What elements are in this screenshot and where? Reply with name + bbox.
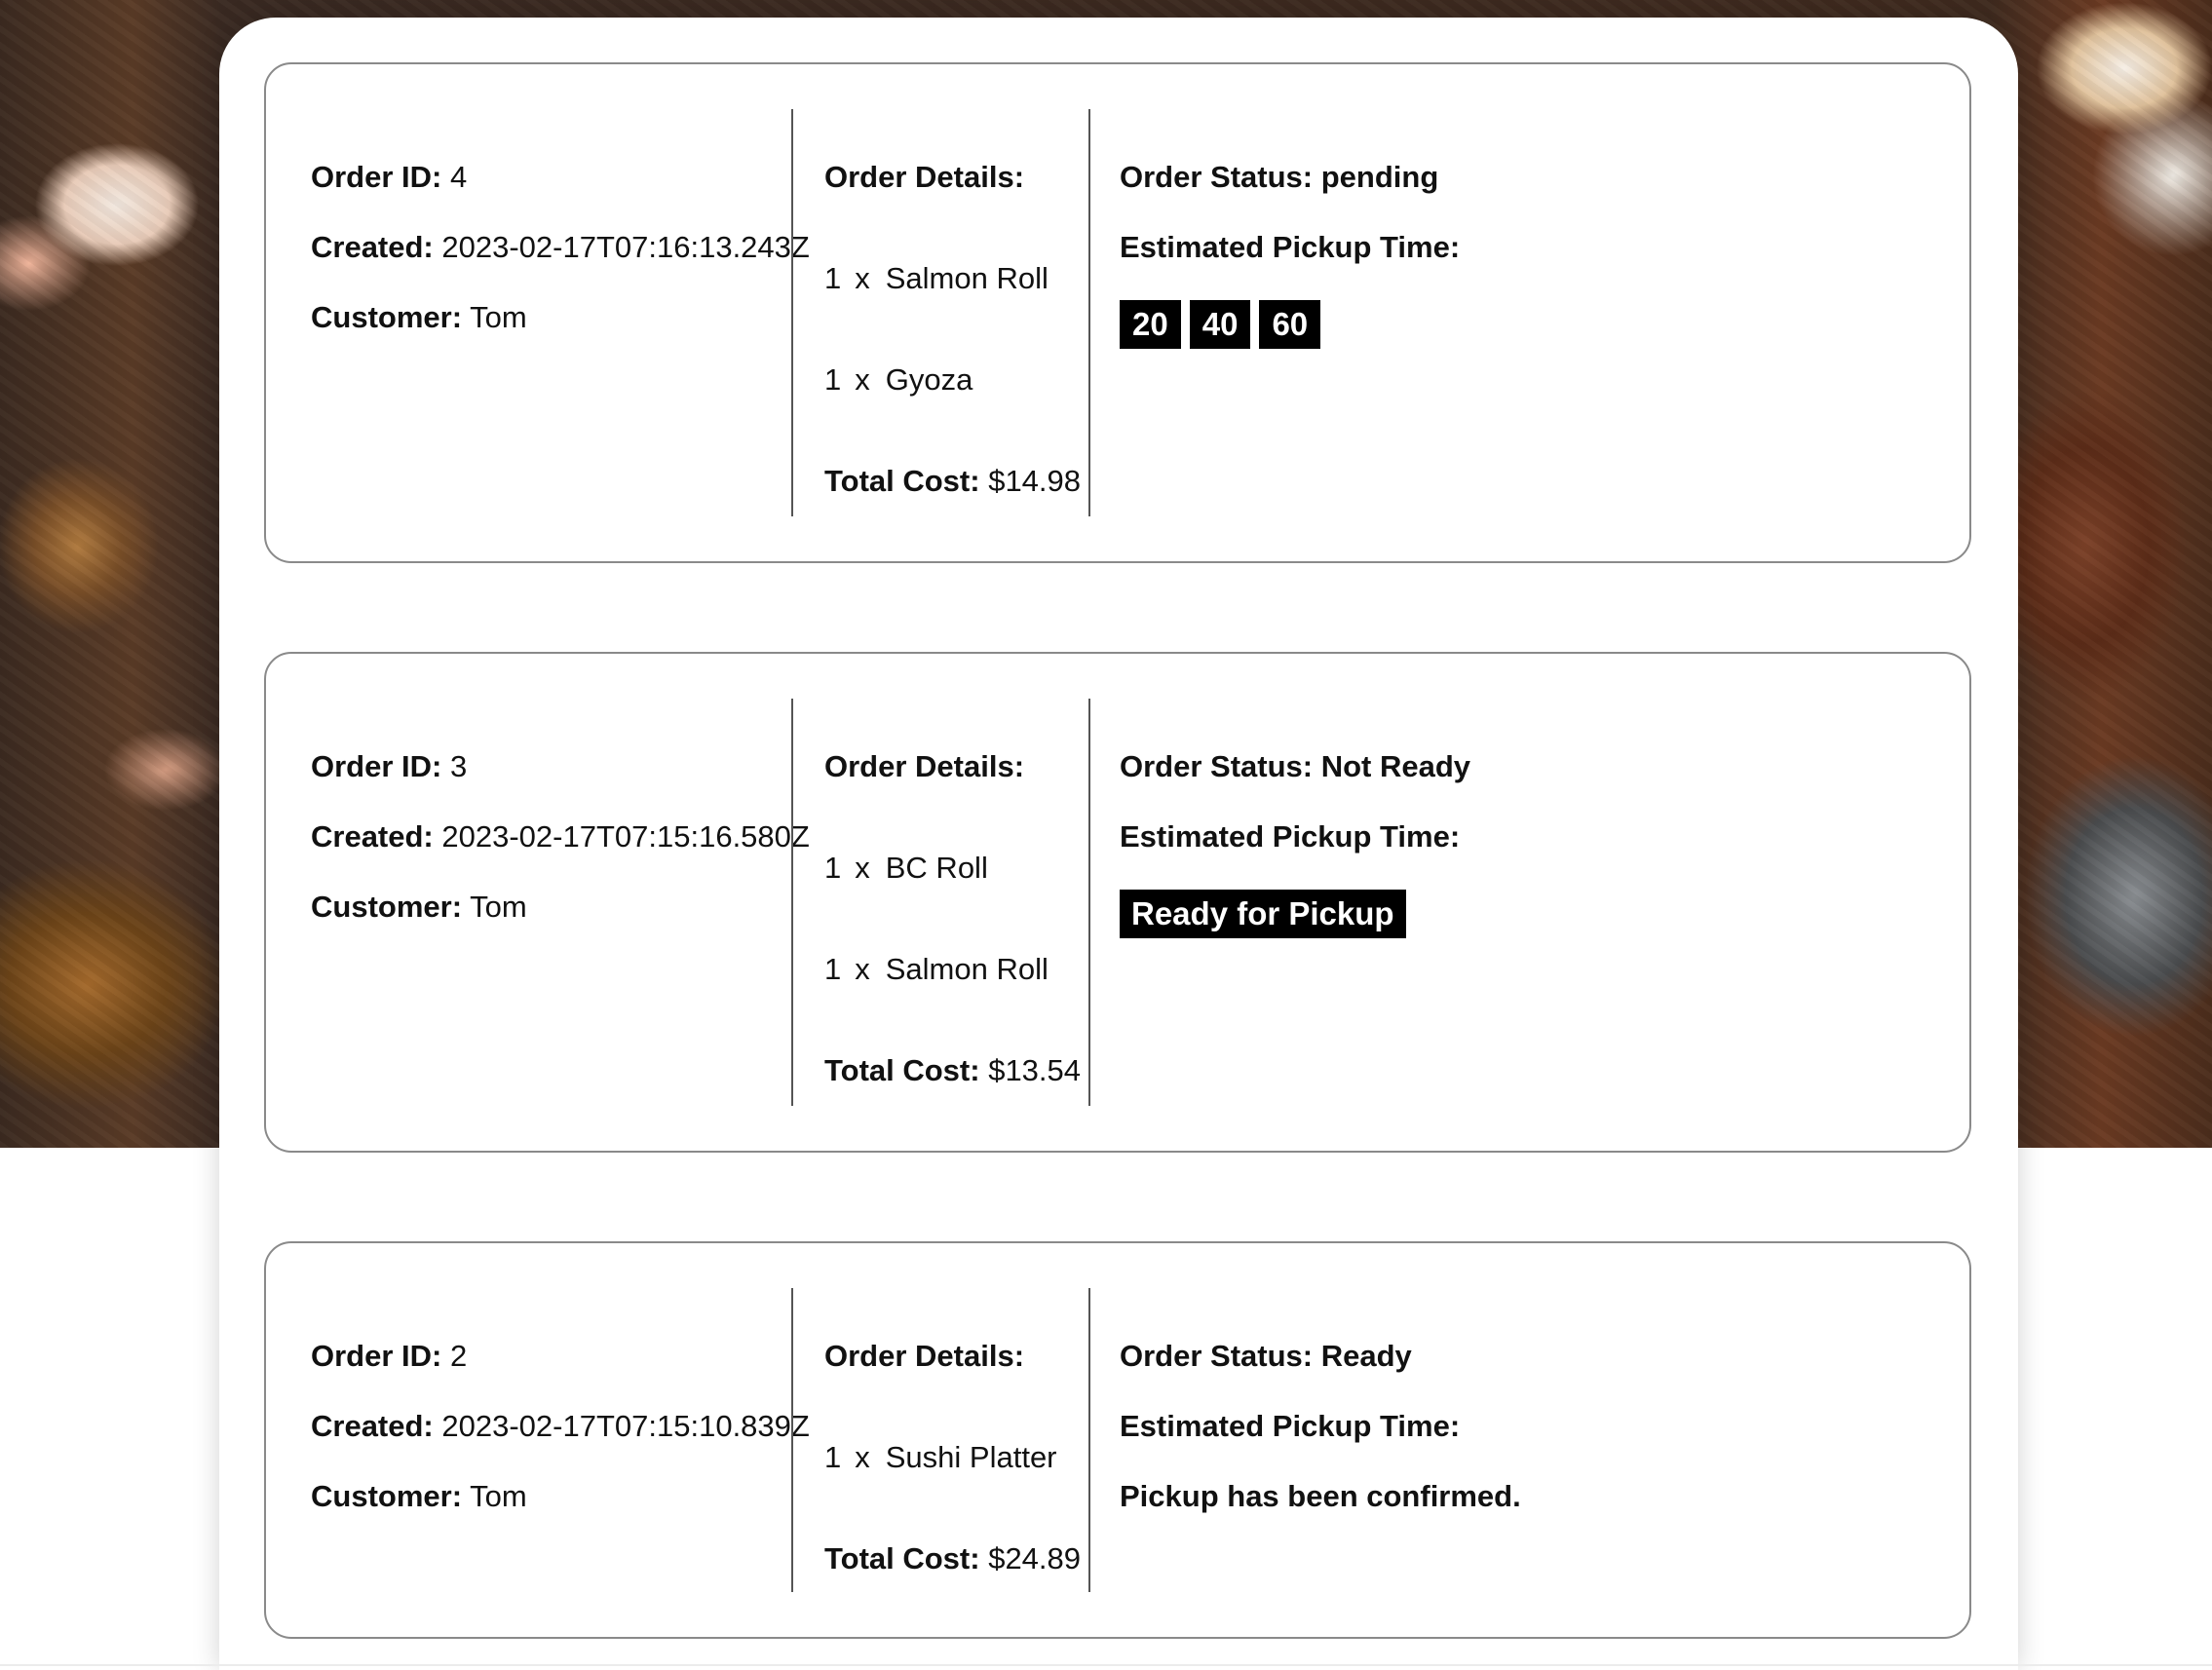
order-status-value: pending: [1320, 160, 1439, 194]
customer-value: Tom: [470, 300, 527, 334]
page: Order ID: 4 Created: 2023-02-17T07:16:13…: [0, 0, 2212, 1670]
created-line: Created: 2023-02-17T07:15:16.580Z: [311, 819, 810, 854]
pickup-time-40-button[interactable]: 40: [1189, 300, 1251, 349]
customer-value: Tom: [470, 890, 527, 924]
order-id-value: 4: [449, 160, 468, 194]
item-quantity: 1: [824, 362, 842, 397]
order-status-label: Order Status:: [1120, 1339, 1314, 1373]
customer-line: Customer: Tom: [311, 1479, 527, 1514]
list-item: 1 x Salmon Roll: [824, 261, 1049, 296]
order-id-label: Order ID:: [311, 1339, 442, 1373]
list-item: 1 x Sushi Platter: [824, 1440, 1057, 1475]
item-name: Salmon Roll: [885, 952, 1049, 986]
order-id-line: Order ID: 3: [311, 749, 467, 784]
order-card: Order ID: 3 Created: 2023-02-17T07:15:16…: [264, 652, 1971, 1153]
created-value: 2023-02-17T07:15:16.580Z: [441, 819, 810, 854]
total-cost-value: $24.89: [988, 1541, 1082, 1575]
item-quantity: 1: [824, 952, 842, 986]
list-item: 1 x BC Roll: [824, 851, 988, 886]
order-id-line: Order ID: 2: [311, 1339, 467, 1374]
orders-panel: Order ID: 4 Created: 2023-02-17T07:16:13…: [219, 18, 2018, 1670]
order-details-heading: Order Details:: [824, 1339, 1025, 1373]
order-summary: Order ID: 3 Created: 2023-02-17T07:15:16…: [311, 699, 810, 1106]
total-cost-label: Total Cost:: [824, 1053, 980, 1087]
total-cost-value: $13.54: [988, 1053, 1082, 1087]
estimated-pickup-label: Estimated Pickup Time:: [1120, 230, 1461, 264]
bottom-divider: [0, 1664, 2212, 1666]
order-details-heading: Order Details:: [824, 749, 1025, 783]
item-quantity: 1: [824, 261, 842, 295]
order-id-label: Order ID:: [311, 749, 442, 783]
order-status-label: Order Status:: [1120, 160, 1314, 194]
created-value: 2023-02-17T07:15:10.839Z: [441, 1409, 810, 1443]
order-status-label: Order Status:: [1120, 749, 1314, 783]
item-separator: x: [855, 851, 870, 885]
item-separator: x: [855, 362, 870, 397]
customer-label: Customer:: [311, 1479, 463, 1513]
order-status-line: Order Status: Not Ready: [1120, 749, 1470, 784]
total-cost-label: Total Cost:: [824, 464, 980, 498]
list-item: 1 x Salmon Roll: [824, 952, 1049, 987]
customer-line: Customer: Tom: [311, 890, 527, 925]
customer-label: Customer:: [311, 300, 463, 334]
order-details: Order Details: 1 x Sushi Platter Total Cos…: [791, 1288, 1090, 1592]
item-separator: x: [855, 261, 870, 295]
customer-value: Tom: [470, 1479, 527, 1513]
order-summary: Order ID: 4 Created: 2023-02-17T07:16:13…: [311, 109, 810, 516]
order-id-value: 3: [449, 749, 468, 783]
ready-for-pickup-button[interactable]: Ready for Pickup: [1120, 890, 1406, 938]
item-quantity: 1: [824, 851, 842, 885]
total-cost-line: Total Cost: $24.89: [824, 1541, 1081, 1576]
pickup-time-options: 20 40 60: [1120, 300, 1321, 349]
item-separator: x: [855, 952, 870, 986]
order-status-section: Order Status: Not Ready Estimated Pickup…: [1088, 699, 1950, 1106]
created-label: Created:: [311, 230, 434, 264]
order-details: Order Details: 1 x BC Roll 1 x Salmon Roll T…: [791, 699, 1090, 1106]
estimated-pickup-label: Estimated Pickup Time:: [1120, 1409, 1461, 1443]
order-card: Order ID: 2 Created: 2023-02-17T07:15:10…: [264, 1241, 1971, 1639]
pickup-confirmed-message: Pickup has been confirmed.: [1120, 1479, 1521, 1513]
order-status-section: Order Status: Ready Estimated Pickup Tim…: [1088, 1288, 1950, 1592]
created-label: Created:: [311, 1409, 434, 1443]
created-line: Created: 2023-02-17T07:16:13.243Z: [311, 230, 810, 265]
order-status-line: Order Status: Ready: [1120, 1339, 1412, 1374]
customer-line: Customer: Tom: [311, 300, 527, 335]
customer-label: Customer:: [311, 890, 463, 924]
order-id-line: Order ID: 4: [311, 160, 467, 195]
order-card: Order ID: 4 Created: 2023-02-17T07:16:13…: [264, 62, 1971, 563]
total-cost-label: Total Cost:: [824, 1541, 980, 1575]
created-label: Created:: [311, 819, 434, 854]
pickup-time-20-button[interactable]: 20: [1120, 300, 1181, 349]
order-details: Order Details: 1 x Salmon Roll 1 x Gyoza Tot…: [791, 109, 1090, 516]
order-status-line: Order Status: pending: [1120, 160, 1438, 195]
total-cost-value: $14.98: [988, 464, 1082, 498]
order-details-heading: Order Details:: [824, 160, 1025, 194]
created-line: Created: 2023-02-17T07:15:10.839Z: [311, 1409, 810, 1444]
item-name: Salmon Roll: [885, 261, 1049, 295]
order-id-value: 2: [449, 1339, 468, 1373]
item-name: Sushi Platter: [885, 1440, 1057, 1474]
item-name: Gyoza: [885, 362, 973, 397]
estimated-pickup-label: Estimated Pickup Time:: [1120, 819, 1461, 854]
total-cost-line: Total Cost: $13.54: [824, 1053, 1081, 1088]
item-separator: x: [855, 1440, 870, 1474]
item-quantity: 1: [824, 1440, 842, 1474]
order-summary: Order ID: 2 Created: 2023-02-17T07:15:10…: [311, 1288, 810, 1592]
item-name: BC Roll: [885, 851, 988, 885]
order-status-value: Not Ready: [1320, 749, 1471, 783]
list-item: 1 x Gyoza: [824, 362, 973, 398]
pickup-time-60-button[interactable]: 60: [1259, 300, 1321, 349]
order-status-value: Ready: [1320, 1339, 1412, 1373]
total-cost-line: Total Cost: $14.98: [824, 464, 1081, 499]
order-id-label: Order ID:: [311, 160, 442, 194]
created-value: 2023-02-17T07:16:13.243Z: [441, 230, 810, 264]
order-status-section: Order Status: pending Estimated Pickup T…: [1088, 109, 1950, 516]
